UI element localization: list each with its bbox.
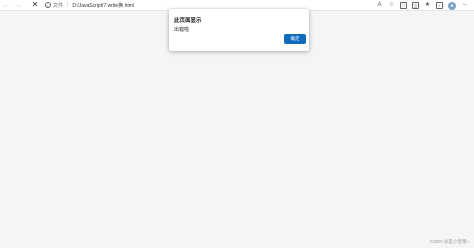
ok-button[interactable]: 确定 (283, 33, 307, 45)
alert-dialog: 此页面显示 出错啦 确定 (169, 9, 309, 51)
favorites-icon[interactable]: ★ (424, 2, 431, 9)
collections-icon[interactable]: + (436, 2, 443, 9)
forward-arrow-icon[interactable]: → (12, 0, 24, 11)
address-scheme: 文件 (53, 2, 64, 9)
profile-avatar-icon[interactable]: ● (448, 1, 456, 10)
back-arrow-icon[interactable]: ← (0, 0, 12, 11)
address-url[interactable]: D:/JavaScript/7.write换.html (72, 2, 134, 9)
read-aloud-icon[interactable]: A (376, 2, 383, 9)
address-separator: | (67, 2, 69, 8)
watermark: CSDN @是小曾哦~ (429, 239, 469, 244)
toolbar-icons: A ☆ □ ◫ ★ + ● ··· (376, 0, 468, 11)
dialog-message: 出错啦 (174, 27, 190, 33)
close-icon[interactable]: ✕ (29, 0, 41, 11)
more-menu-icon[interactable]: ··· (461, 2, 468, 9)
extension-icon[interactable]: □ (400, 2, 407, 9)
dialog-title: 此页面显示 (174, 18, 202, 24)
favorite-star-icon[interactable]: ☆ (388, 2, 395, 9)
address-bar[interactable]: i 文件 | D:/JavaScript/7.write换.html (45, 0, 134, 11)
split-screen-icon[interactable]: ◫ (412, 2, 419, 9)
info-icon[interactable]: i (45, 2, 51, 8)
